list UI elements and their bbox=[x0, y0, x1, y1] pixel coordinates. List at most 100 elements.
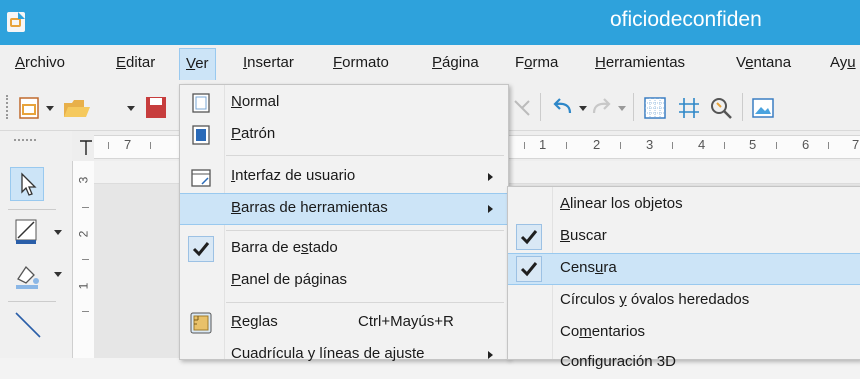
redo-dropdown-icon[interactable] bbox=[617, 103, 627, 113]
menu-item-panel-de-paginas[interactable]: Panel de páginas bbox=[180, 265, 508, 297]
select-tool-button[interactable] bbox=[10, 167, 44, 201]
vruler-tick bbox=[82, 259, 89, 260]
menu-ver[interactable]: Ver bbox=[179, 48, 216, 80]
menu-archivo[interactable]: Archivo bbox=[15, 54, 65, 71]
menu-item-circulos-y-ovalos[interactable]: Círculos y óvalos heredados bbox=[508, 285, 860, 317]
user-interface-icon bbox=[191, 169, 211, 187]
save-icon[interactable] bbox=[144, 95, 174, 121]
menu-item-censura[interactable]: Censura bbox=[508, 253, 860, 285]
toolbar-grip-icon[interactable] bbox=[6, 95, 10, 119]
clear-formatting-icon[interactable] bbox=[512, 95, 532, 121]
ruler-number: 2 bbox=[593, 137, 601, 152]
menu-item-label: Buscar bbox=[560, 227, 607, 244]
ruler-tick bbox=[524, 142, 525, 149]
ruler-number: 6 bbox=[802, 137, 810, 152]
ruler-tick bbox=[566, 142, 567, 149]
submenu-arrow-icon bbox=[488, 205, 493, 213]
redo-icon[interactable] bbox=[588, 95, 614, 121]
menu-item-label: Configuración 3D bbox=[560, 353, 676, 370]
menu-item-patron[interactable]: Patrón bbox=[180, 119, 508, 151]
menu-item-reglas[interactable]: Reglas Ctrl+Mayús+R bbox=[180, 307, 508, 339]
checked-indicator bbox=[516, 224, 542, 250]
menu-item-comentarios[interactable]: Comentarios bbox=[508, 317, 860, 349]
menu-item-interfaz-de-usuario[interactable]: Interfaz de usuario bbox=[180, 161, 508, 193]
open-folder-icon[interactable] bbox=[62, 95, 92, 121]
menu-item-label: Cuadrícula y líneas de ajuste bbox=[231, 345, 425, 362]
checkmark-icon bbox=[192, 242, 210, 257]
title-bar: oficiodeconfiden bbox=[0, 0, 860, 45]
menu-pagina[interactable]: Página bbox=[432, 54, 479, 71]
menu-item-label: Patrón bbox=[231, 125, 276, 142]
ruler-tick bbox=[828, 142, 829, 149]
barras-de-herramientas-submenu: Alinear los objetos Buscar Censura Círcu… bbox=[507, 186, 860, 370]
menu-item-label: Interfaz de usuario bbox=[231, 167, 356, 184]
submenu-arrow-icon bbox=[488, 173, 493, 181]
vruler-number: 2 bbox=[76, 230, 91, 238]
menu-insertar[interactable]: Insertar bbox=[243, 54, 294, 71]
ruler-tick bbox=[108, 142, 109, 149]
menu-item-barra-de-estado[interactable]: Barra de estado bbox=[180, 233, 508, 265]
vruler-tick bbox=[82, 207, 89, 208]
sidebar-separator bbox=[8, 209, 56, 210]
grid-display-icon[interactable] bbox=[642, 95, 668, 121]
vruler-number: 3 bbox=[76, 176, 91, 184]
ruler-corner bbox=[0, 131, 72, 161]
ver-menu: Normal Patrón Interfaz de usuario Barras… bbox=[179, 84, 509, 362]
vertical-ruler[interactable]: 3 2 1 bbox=[72, 161, 96, 358]
insert-image-icon[interactable] bbox=[750, 95, 776, 121]
ruler-tick bbox=[620, 142, 621, 149]
master-view-icon bbox=[192, 125, 210, 145]
libreoffice-draw-app-icon[interactable] bbox=[7, 12, 25, 32]
menu-forma[interactable]: Forma bbox=[515, 54, 558, 71]
drawing-sidebar bbox=[0, 161, 72, 358]
checkmark-icon bbox=[520, 230, 538, 245]
ruler-number: 1 bbox=[539, 137, 547, 152]
ruler-number: 5 bbox=[749, 137, 757, 152]
sidebar-grip-icon[interactable] bbox=[14, 139, 36, 141]
fill-color-dropdown-icon[interactable] bbox=[53, 269, 63, 279]
toolbar-separator bbox=[633, 93, 634, 121]
menu-formato[interactable]: Formato bbox=[333, 54, 389, 71]
window-title: oficiodeconfiden bbox=[610, 8, 762, 31]
menu-item-label: Alinear los objetos bbox=[560, 195, 683, 212]
new-document-icon[interactable] bbox=[16, 95, 42, 121]
checkmark-icon bbox=[520, 262, 538, 277]
line-tool-icon[interactable] bbox=[12, 309, 44, 341]
rulers-icon bbox=[190, 312, 212, 334]
menu-ventana[interactable]: Ventana bbox=[736, 54, 791, 71]
menu-item-configuracion-3d[interactable]: Configuración 3D bbox=[508, 347, 860, 379]
menu-item-alinear-los-objetos[interactable]: Alinear los objetos bbox=[508, 189, 860, 221]
menu-separator bbox=[226, 302, 504, 303]
menu-bar: Archivo Editar Ver Insertar Formato Pági… bbox=[0, 45, 860, 85]
fill-color-icon[interactable] bbox=[12, 259, 44, 291]
open-dropdown-icon[interactable] bbox=[126, 103, 136, 113]
menu-herramientas[interactable]: Herramientas bbox=[595, 54, 685, 71]
menu-editar[interactable]: Editar bbox=[116, 54, 155, 71]
ruler-number: 7 bbox=[124, 137, 132, 152]
helplines-icon[interactable] bbox=[676, 95, 702, 121]
zoom-pan-icon[interactable] bbox=[708, 95, 734, 121]
ruler-number: 4 bbox=[698, 137, 706, 152]
sidebar-separator bbox=[8, 301, 56, 302]
menu-item-barras-de-herramientas[interactable]: Barras de herramientas bbox=[180, 193, 508, 225]
menu-item-label: Panel de páginas bbox=[231, 271, 347, 288]
menu-shortcut: Ctrl+Mayús+R bbox=[358, 313, 454, 330]
menu-item-cuadricula[interactable]: Cuadrícula y líneas de ajuste bbox=[180, 339, 508, 371]
menu-item-label: Barras de herramientas bbox=[231, 199, 388, 216]
line-color-icon[interactable] bbox=[12, 216, 42, 246]
menu-separator bbox=[226, 155, 504, 156]
new-dropdown-icon[interactable] bbox=[45, 103, 55, 113]
menu-ayuda[interactable]: Ayu bbox=[830, 54, 856, 71]
menu-item-normal[interactable]: Normal bbox=[180, 87, 508, 119]
menu-item-buscar[interactable]: Buscar bbox=[508, 221, 860, 253]
normal-view-icon bbox=[192, 93, 210, 113]
undo-icon[interactable] bbox=[550, 95, 576, 121]
checked-indicator bbox=[516, 256, 542, 282]
line-color-dropdown-icon[interactable] bbox=[53, 227, 63, 237]
tab-stop-icon[interactable] bbox=[78, 135, 94, 157]
ruler-tick bbox=[724, 142, 725, 149]
undo-dropdown-icon[interactable] bbox=[578, 103, 588, 113]
ruler-tick bbox=[672, 142, 673, 149]
ruler-number: 3 bbox=[646, 137, 654, 152]
vruler-tick bbox=[82, 311, 89, 312]
